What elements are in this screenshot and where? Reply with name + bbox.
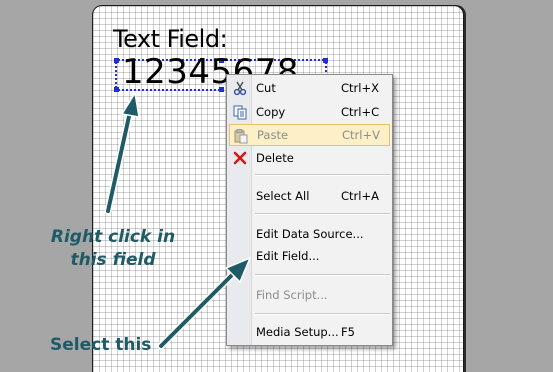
menu-separator — [255, 213, 390, 215]
menu-item-edit-field[interactable]: Edit Field... — [229, 245, 390, 267]
menu-item-shortcut: Ctrl+X — [341, 81, 379, 95]
menu-item-shortcut: Ctrl+A — [341, 189, 379, 203]
annotation-line: Right click in — [50, 227, 176, 247]
menu-separator — [255, 313, 390, 315]
scissors-icon — [232, 80, 248, 96]
menu-item-select-all[interactable]: Select All Ctrl+A — [229, 185, 390, 207]
menu-item-label: Edit Field... — [256, 249, 320, 263]
context-menu: Cut Ctrl+X Copy Ctrl+C Paste Ctrl+V Dele… — [226, 74, 393, 346]
delete-icon — [232, 150, 248, 166]
menu-item-label: Media Setup... — [256, 325, 339, 339]
menu-item-shortcut: Ctrl+C — [341, 105, 380, 119]
menu-item-label: Find Script... — [256, 288, 328, 302]
selection-handle-bottom-left[interactable] — [114, 87, 119, 92]
copy-icon — [232, 104, 248, 120]
menu-item-paste[interactable]: Paste Ctrl+V — [229, 124, 390, 146]
menu-item-shortcut: F5 — [341, 325, 355, 339]
menu-item-label: Paste — [257, 128, 289, 142]
menu-item-label: Cut — [256, 81, 276, 95]
menu-item-delete[interactable]: Delete — [229, 147, 390, 169]
paste-icon — [233, 128, 249, 144]
screenshot-stage: Text Field: 12345678 Cut Ctrl+X Copy Ctr… — [0, 0, 553, 372]
menu-separator — [255, 274, 390, 276]
menu-item-shortcut: Ctrl+V — [342, 128, 380, 142]
menu-item-label: Edit Data Source... — [256, 227, 364, 241]
text-field-caption: Text Field: — [113, 25, 228, 53]
menu-item-edit-data-source[interactable]: Edit Data Source... — [229, 223, 390, 245]
selection-handle-top-right[interactable] — [323, 58, 328, 63]
annotation-line: this field — [70, 250, 156, 270]
menu-separator — [255, 174, 390, 176]
menu-item-copy[interactable]: Copy Ctrl+C — [229, 101, 390, 123]
menu-item-label: Select All — [256, 189, 310, 203]
menu-item-label: Delete — [256, 151, 294, 165]
annotation-right-click: Right click in this field — [38, 226, 188, 272]
selection-handle-top-left[interactable] — [114, 58, 119, 63]
menu-item-find-script[interactable]: Find Script... — [229, 284, 390, 306]
menu-item-label: Copy — [256, 105, 286, 119]
menu-item-media-setup[interactable]: Media Setup... F5 — [229, 321, 390, 343]
menu-item-cut[interactable]: Cut Ctrl+X — [229, 77, 390, 99]
annotation-select-this: Select this — [50, 335, 152, 355]
